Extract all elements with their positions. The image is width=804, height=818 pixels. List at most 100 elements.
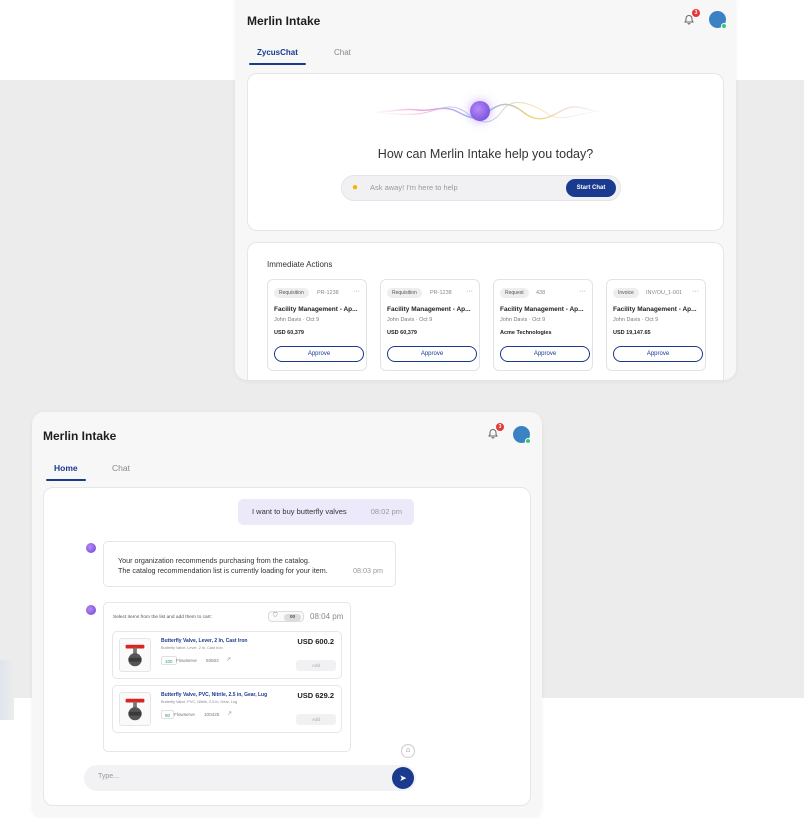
app-title: Merlin Intake	[247, 14, 321, 28]
ask-input[interactable]	[370, 183, 550, 192]
home-icon[interactable]: ⌂	[401, 744, 415, 758]
product-image	[119, 638, 151, 672]
message-time: 08:03 pm	[353, 566, 383, 575]
action-ref: 438	[536, 290, 546, 296]
action-type-tag: Invoice	[613, 288, 639, 298]
approve-button[interactable]: Approve	[274, 346, 364, 362]
action-name: Facility Management - Ap...	[274, 306, 358, 313]
tab-chat[interactable]: Chat	[112, 463, 130, 473]
item-price: USD 629.2	[297, 691, 334, 700]
chat-panel: I want to buy butterfly valves 08:02 pm …	[43, 487, 531, 806]
action-ref: PR-1238	[430, 290, 452, 296]
merlin-orb-icon	[86, 543, 96, 553]
approve-button[interactable]: Approve	[613, 346, 703, 362]
user-message: I want to buy butterfly valves 08:02 pm	[238, 499, 414, 525]
butterfly-valve-image	[125, 644, 145, 667]
bot-message: Your organization recommends purchasing …	[103, 541, 396, 587]
message-text-line: Your organization recommends purchasing …	[118, 556, 310, 565]
catalog-message: Select items from the list and add them …	[103, 602, 351, 752]
message-composer: ➤	[84, 765, 416, 791]
add-to-cart-button[interactable]: Add	[296, 714, 336, 725]
item-name[interactable]: Butterfly Valve, Lever, 2 In, Cast Iron	[161, 638, 247, 644]
hero-card: How can Merlin Intake help you today? ● …	[247, 73, 724, 231]
item-quantity: 100	[161, 656, 177, 665]
item-supplier: Flowserve	[176, 658, 197, 663]
message-input[interactable]	[98, 773, 298, 780]
action-name: Facility Management - Ap...	[387, 306, 471, 313]
background-glow	[0, 660, 14, 720]
action-meta: John Davis · Oct 9	[274, 317, 320, 323]
ask-bar: ● Start Chat	[341, 175, 621, 201]
action-card[interactable]: Requisition PR-1238 ··· Facility Managem…	[380, 279, 480, 371]
section-title: Immediate Actions	[267, 260, 333, 269]
more-horizontal-icon[interactable]: ···	[579, 288, 586, 295]
start-chat-button[interactable]: Start Chat	[566, 179, 616, 197]
merlin-window-bottom: Merlin Intake 3 Home Chat I want to buy …	[32, 412, 542, 818]
action-name: Facility Management - Ap...	[500, 306, 584, 313]
message-text-line: The catalog recommendation list is curre…	[118, 566, 328, 575]
action-supplier: Acme Technologies	[500, 330, 552, 336]
app-title: Merlin Intake	[43, 429, 117, 443]
item-description: Butterfly Valve, Lever, 2 In, Cast Iron	[161, 646, 223, 650]
send-icon: ➤	[399, 773, 407, 783]
message-time: 08:02 pm	[370, 507, 402, 516]
approve-button[interactable]: Approve	[500, 346, 590, 362]
action-type-tag: Request	[500, 288, 529, 298]
item-code: 93502	[206, 658, 219, 663]
tab-zycuschat[interactable]: ZycusChat	[249, 48, 306, 65]
external-link-icon[interactable]: ↗	[226, 656, 231, 663]
item-name[interactable]: Butterfly Valve, PVC, Nitrile, 2.5 in, G…	[161, 692, 267, 698]
notification-badge: 3	[496, 423, 504, 431]
message-time: 08:04 pm	[310, 612, 344, 621]
action-amount: USD 19,147.65	[613, 330, 651, 336]
more-horizontal-icon[interactable]: ···	[466, 288, 473, 295]
cart-button[interactable]: ⛉ 00	[268, 611, 304, 622]
cart-count: 00	[284, 614, 301, 621]
merlin-window-top: Merlin Intake 3 ZycusChat Chat How can M…	[235, 0, 736, 380]
item-quantity: 90	[161, 710, 175, 719]
hero-question: How can Merlin Intake help you today?	[377, 147, 594, 161]
tab-home[interactable]: Home	[46, 463, 86, 481]
lightbulb-icon: ●	[352, 182, 359, 193]
action-card[interactable]: Requisition PR-1238 ··· Facility Managem…	[267, 279, 367, 371]
item-description: Butterfly Valve, PVC, Nitrile, 2.5 in, G…	[161, 700, 238, 704]
message-text: I want to buy butterfly valves	[252, 507, 347, 516]
notification-badge: 3	[692, 9, 700, 17]
tab-chat[interactable]: Chat	[334, 48, 351, 57]
online-status-dot	[721, 23, 727, 29]
action-name: Facility Management - Ap...	[613, 306, 697, 313]
online-status-dot	[525, 438, 531, 444]
action-type-tag: Requisition	[274, 288, 309, 298]
notifications-button[interactable]: 3	[681, 9, 700, 28]
external-link-icon[interactable]: ↗	[227, 710, 232, 717]
user-avatar[interactable]	[513, 426, 531, 444]
catalog-item[interactable]: Butterfly Valve, Lever, 2 In, Cast Iron …	[112, 631, 342, 679]
add-to-cart-button[interactable]: Add	[296, 660, 336, 671]
user-avatar[interactable]	[709, 11, 727, 29]
action-meta: John Davis · Oct 9	[500, 317, 546, 323]
notifications-button[interactable]: 3	[485, 423, 504, 442]
merlin-orb-icon	[470, 101, 490, 121]
action-amount: USD 60,379	[387, 330, 417, 336]
action-ref: PR-1238	[317, 290, 339, 296]
item-price: USD 600.2	[297, 637, 334, 646]
product-image	[119, 692, 151, 726]
action-meta: John Davis · Oct 9	[387, 317, 433, 323]
immediate-actions-card: Immediate Actions Requisition PR-1238 ··…	[247, 242, 724, 380]
action-ref: INV/OU_1-001	[646, 290, 683, 296]
catalog-hint: Select items from the list and add them …	[113, 615, 212, 620]
merlin-orb-icon	[86, 605, 96, 615]
catalog-item[interactable]: Butterfly Valve, PVC, Nitrile, 2.5 in, G…	[112, 685, 342, 733]
butterfly-valve-image	[125, 698, 145, 721]
more-horizontal-icon[interactable]: ···	[692, 288, 699, 295]
action-card[interactable]: Request 438 ··· Facility Management - Ap…	[493, 279, 593, 371]
action-amount: USD 60,379	[274, 330, 304, 336]
action-type-tag: Requisition	[387, 288, 422, 298]
cart-icon: ⛉	[273, 613, 278, 619]
approve-button[interactable]: Approve	[387, 346, 477, 362]
action-meta: John Davis · Oct 9	[613, 317, 659, 323]
more-horizontal-icon[interactable]: ···	[353, 288, 360, 295]
send-button[interactable]: ➤	[392, 767, 414, 789]
action-card[interactable]: Invoice INV/OU_1-001 ··· Facility Manage…	[606, 279, 706, 371]
item-supplier: Flowserve	[174, 712, 195, 717]
